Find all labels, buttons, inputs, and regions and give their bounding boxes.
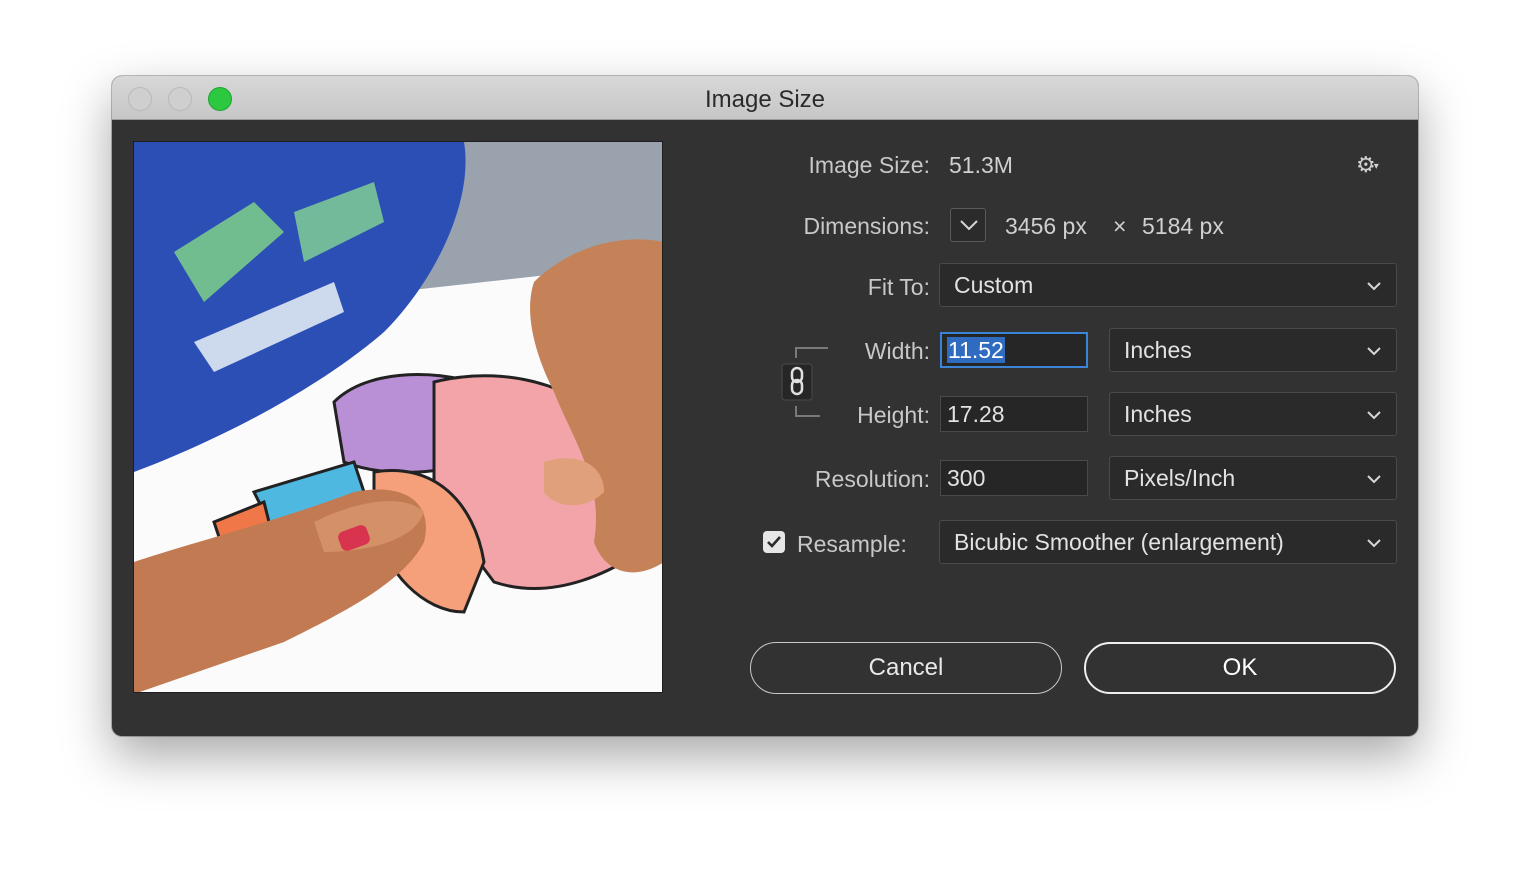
resolution-input[interactable]: 300 [940,460,1088,496]
gear-icon: ⚙ [1356,152,1376,177]
resample-checkbox[interactable] [763,531,785,553]
image-size-value: 51.3M [949,152,1013,178]
dimensions-label: Dimensions: [803,213,930,239]
dimensions-times: × [1113,213,1127,239]
chevron-down-icon [1367,539,1381,548]
resample-method-dropdown[interactable]: Bicubic Smoother (enlargement) [939,520,1397,564]
ok-button[interactable]: OK [1084,642,1396,694]
chevron-down-icon [1367,411,1381,420]
fit-to-dropdown[interactable]: Custom [939,263,1397,307]
height-value: 17.28 [947,401,1005,427]
width-input[interactable]: 11.52 [940,332,1088,368]
fit-to-value: Custom [954,272,1034,298]
height-label: Height: [857,402,930,428]
chevron-down-icon [960,220,978,231]
checkmark-icon [767,536,781,548]
chevron-down-icon [1367,347,1381,356]
height-unit-dropdown[interactable]: Inches [1109,392,1397,436]
resample-label: Resample: [797,531,907,557]
fit-to-label: Fit To: [867,274,930,300]
width-unit-value: Inches [1124,337,1192,363]
resolution-value: 300 [947,465,986,491]
width-unit-dropdown[interactable]: Inches [1109,328,1397,372]
chevron-down-icon: ▾ [1373,160,1379,172]
resample-method-value: Bicubic Smoother (enlargement) [954,529,1284,555]
width-value: 11.52 [947,337,1005,363]
chevron-down-icon [1367,282,1381,291]
resolution-unit-dropdown[interactable]: Pixels/Inch [1109,456,1397,500]
dimensions-height-value: 5184 px [1142,213,1224,239]
image-size-dialog: Image Size Image Size: 51.3M ⚙▾ Dimensio… [112,76,1418,736]
dimensions-units-dropdown[interactable] [950,208,986,242]
height-unit-value: Inches [1124,401,1192,427]
settings-gear-icon[interactable]: ⚙▾ [1356,152,1379,178]
image-preview[interactable] [133,141,663,693]
chevron-down-icon [1367,475,1381,484]
cancel-button[interactable]: Cancel [750,642,1062,694]
window-title: Image Size [704,86,826,113]
image-size-label: Image Size: [808,152,930,178]
resolution-unit-value: Pixels/Inch [1124,465,1236,491]
dimensions-width-value: 3456 px [1005,213,1087,239]
titlebar: Image Size [112,76,1418,120]
preview-illustration [134,142,662,692]
resolution-label: Resolution: [814,466,930,492]
height-input[interactable]: 17.28 [940,396,1088,432]
